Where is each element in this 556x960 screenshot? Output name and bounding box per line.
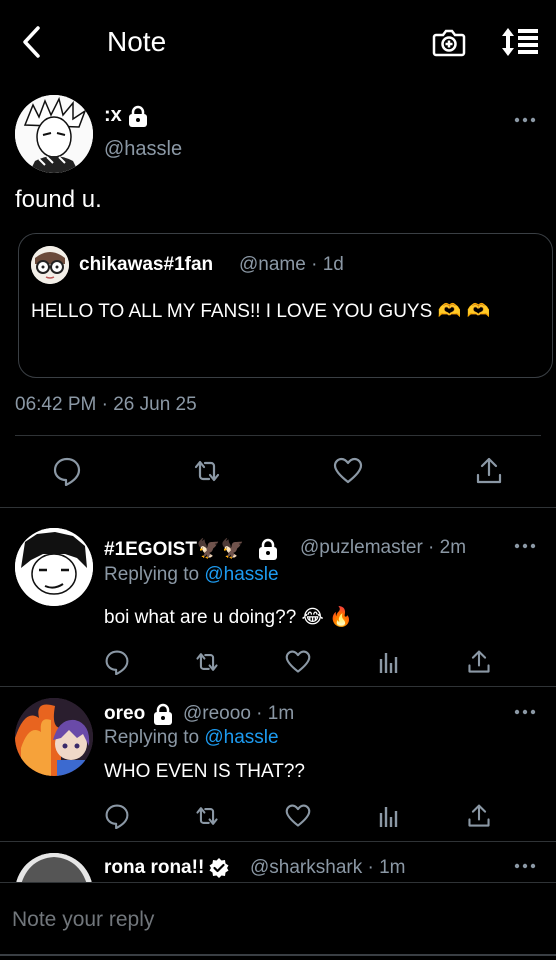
views-button[interactable] — [376, 649, 402, 675]
replying-to: Replying to @hassle — [104, 727, 279, 748]
more-dots-icon — [514, 863, 536, 869]
like-button[interactable] — [285, 649, 311, 675]
divider — [0, 841, 556, 842]
back-button[interactable] — [18, 24, 48, 60]
views-button[interactable] — [376, 803, 402, 829]
more-options-button[interactable] — [514, 542, 536, 550]
reply-author-name[interactable]: oreo — [104, 703, 173, 725]
fire-avatar-icon — [15, 698, 93, 776]
analytics-bars-icon — [379, 807, 398, 827]
avatar[interactable] — [15, 528, 93, 606]
reply-input[interactable] — [12, 903, 532, 937]
reply-button[interactable] — [104, 649, 130, 675]
lock-icon — [128, 105, 147, 127]
repost-icon — [196, 807, 218, 825]
lock-icon — [154, 703, 173, 725]
post-text: found u. — [15, 186, 102, 213]
reply-meta: @puzlemaster · 2m — [300, 537, 467, 558]
divider — [0, 686, 556, 687]
share-button[interactable] — [466, 649, 492, 675]
like-button[interactable] — [333, 456, 363, 486]
repost-button[interactable] — [192, 456, 222, 486]
author-name-text: :x — [104, 104, 122, 126]
heart-icon — [285, 650, 311, 673]
heart-icon — [333, 457, 363, 484]
quoted-post[interactable]: chikawas#1fan @name · 1d HELLO TO ALL MY… — [18, 233, 553, 378]
repost-button[interactable] — [194, 803, 220, 829]
sort-button[interactable] — [500, 26, 540, 58]
more-dots-icon — [514, 709, 536, 715]
more-dots-icon — [514, 543, 536, 549]
glasses-avatar-icon — [31, 246, 69, 284]
share-icon — [468, 804, 490, 827]
chevron-left-icon — [23, 26, 40, 58]
camera-button[interactable] — [432, 26, 466, 58]
verified-badge-icon — [209, 858, 229, 878]
anime-avatar-icon — [15, 95, 93, 173]
anime-avatar-icon — [15, 528, 93, 606]
avatar[interactable] — [15, 698, 93, 776]
like-button[interactable] — [285, 803, 311, 829]
share-icon — [468, 650, 490, 673]
reply-meta: @reooo · 1m — [183, 703, 295, 724]
quote-avatar — [31, 246, 69, 284]
reply-text: boi what are u doing?? 😂 🔥 — [104, 607, 353, 628]
post-author-name[interactable]: :x — [104, 104, 148, 127]
mention-link[interactable]: @hassle — [204, 727, 278, 748]
reply-author-name[interactable]: #1EGOIST🦅🦅 — [104, 537, 278, 561]
more-options-button[interactable] — [514, 862, 536, 870]
reply-text: WHO EVEN IS THAT?? — [104, 761, 305, 782]
author-name-text: #1EGOIST🦅🦅 — [104, 539, 245, 560]
author-name-text: rona rona!! — [104, 857, 205, 878]
more-options-button[interactable] — [514, 708, 536, 716]
repost-icon — [196, 653, 218, 671]
share-button[interactable] — [466, 803, 492, 829]
post-timestamp: 06:42 PM · 26 Jun 25 — [15, 394, 197, 415]
share-icon — [476, 457, 502, 484]
heart-icon — [285, 804, 311, 827]
divider — [15, 435, 541, 436]
analytics-bars-icon — [379, 653, 398, 673]
lock-icon — [259, 538, 278, 560]
reply-button[interactable] — [52, 456, 82, 486]
quote-meta: @name · 1d — [239, 254, 344, 275]
repost-icon — [194, 460, 220, 482]
quote-author-name: chikawas#1fan — [79, 254, 214, 275]
camera-plus-icon — [432, 29, 466, 57]
comment-icon — [53, 457, 81, 486]
reply-button[interactable] — [104, 803, 130, 829]
reply-author-name[interactable]: rona rona!! — [104, 857, 230, 879]
header: Note — [0, 0, 556, 84]
replying-to: Replying to @hassle — [104, 564, 279, 585]
more-options-button[interactable] — [514, 116, 536, 124]
comment-icon — [105, 650, 129, 675]
sort-list-icon — [502, 28, 538, 56]
divider — [0, 954, 556, 956]
author-name-text: oreo — [104, 703, 146, 724]
share-button[interactable] — [474, 456, 504, 486]
post-author-handle[interactable]: @hassle — [104, 138, 182, 161]
reply-meta: @sharkshark · 1m — [250, 857, 406, 878]
repost-button[interactable] — [194, 649, 220, 675]
comment-icon — [105, 804, 129, 829]
more-dots-icon — [514, 117, 536, 123]
reply-composer — [0, 882, 556, 960]
quote-text: HELLO TO ALL MY FANS!! I LOVE YOU GUYS 🫶… — [31, 301, 491, 322]
mention-link[interactable]: @hassle — [204, 564, 278, 585]
divider — [0, 507, 556, 508]
avatar[interactable] — [15, 95, 93, 173]
page-title: Note — [107, 26, 167, 57]
